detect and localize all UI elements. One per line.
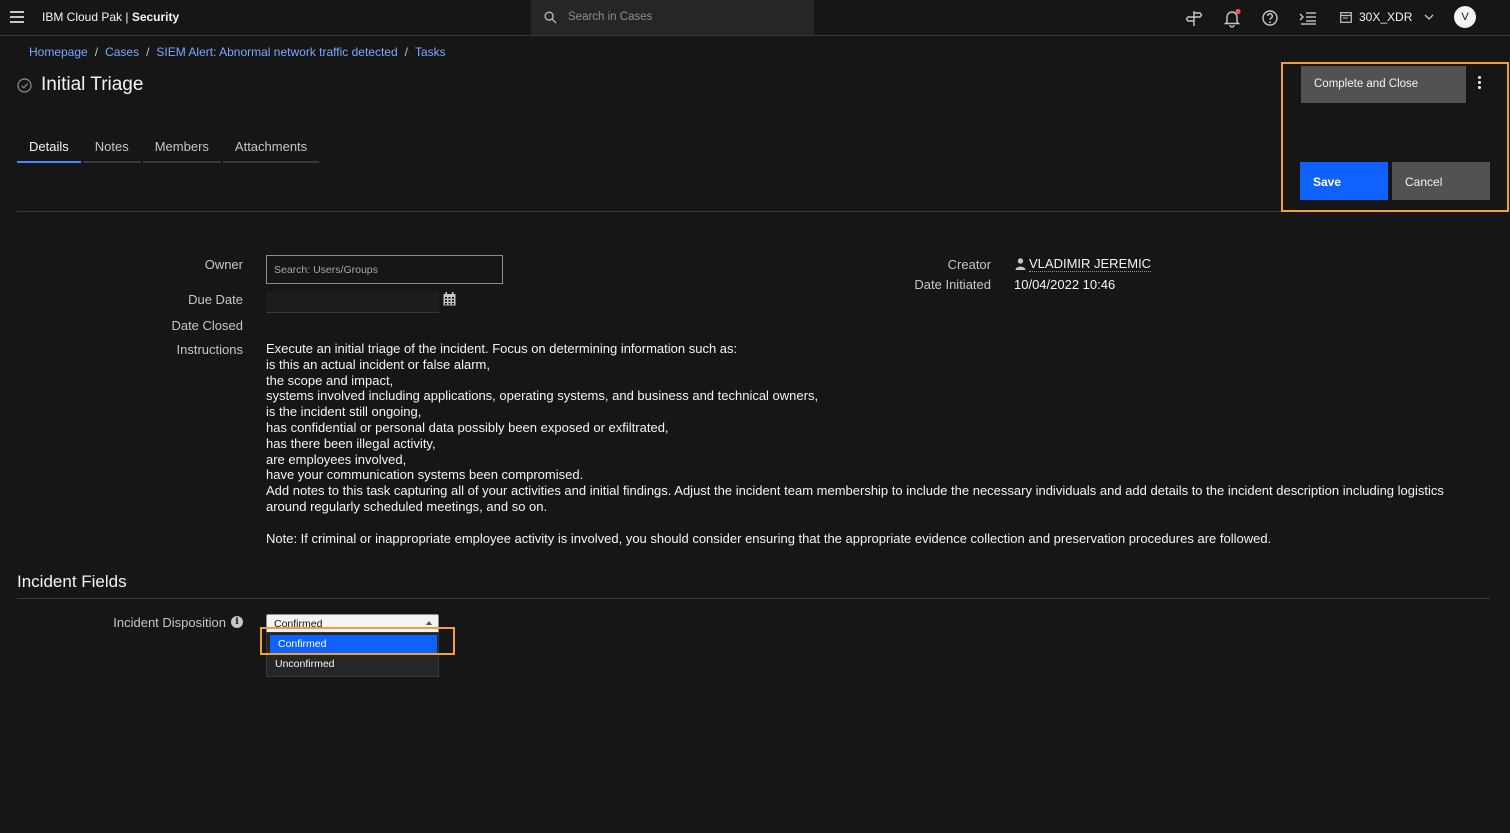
menu-icon[interactable] <box>10 11 24 23</box>
instruction-line: Execute an initial triage of the inciden… <box>266 341 738 356</box>
owner-search-input[interactable] <box>266 255 503 284</box>
instruction-line: is this an actual incident or false alar… <box>266 356 490 372</box>
due-date-label: Due Date <box>188 292 243 307</box>
avatar[interactable]: V <box>1454 6 1476 28</box>
breadcrumb-separator: / <box>404 45 408 59</box>
instruction-line: have your communication systems been com… <box>266 467 584 483</box>
complete-and-close-button[interactable]: Complete and Close <box>1301 66 1466 103</box>
breadcrumb-cases[interactable]: Cases <box>105 45 139 59</box>
user-icon <box>1015 258 1026 270</box>
tenant-switcher[interactable]: 30X_XDR <box>1340 10 1434 24</box>
incident-disposition-label: Incident Disposition <box>113 615 226 630</box>
tab-details[interactable]: Details <box>17 136 81 163</box>
checkmark-outline-icon[interactable] <box>17 78 32 93</box>
info-icon[interactable]: i <box>231 616 243 628</box>
instruction-line: Note: If criminal or inappropriate emplo… <box>266 530 1272 546</box>
search-bar[interactable]: Search in Cases <box>531 0 814 36</box>
date-closed-label: Date Closed <box>171 318 243 333</box>
search-icon <box>544 11 557 24</box>
instruction-gap <box>266 515 1481 531</box>
save-button[interactable]: Save <box>1300 162 1388 200</box>
date-initiated-label: Date Initiated <box>914 277 991 292</box>
instruction-line: systems involved including applications,… <box>266 388 819 404</box>
top-header: IBM Cloud Pak | Security Search in Cases… <box>0 0 1510 36</box>
account-icon <box>1340 11 1352 23</box>
divider <box>17 598 1490 599</box>
tab-notes[interactable]: Notes <box>82 136 141 163</box>
help-icon[interactable] <box>1260 8 1280 28</box>
owner-label: Owner <box>204 257 243 272</box>
option-unconfirmed[interactable]: Unconfirmed <box>267 655 438 673</box>
breadcrumb-separator: / <box>146 45 150 59</box>
tab-attachments[interactable]: Attachments <box>222 136 320 163</box>
creator-label: Creator <box>947 257 991 272</box>
signpost-icon[interactable] <box>1184 8 1204 28</box>
breadcrumb-case[interactable]: SIEM Alert: Abnormal network traffic det… <box>156 45 397 59</box>
app-title: IBM Cloud Pak | Security <box>42 10 180 24</box>
list-collapse-icon[interactable] <box>1298 8 1318 28</box>
incident-fields-heading: Incident Fields <box>17 572 127 591</box>
breadcrumb-tasks[interactable]: Tasks <box>415 45 446 59</box>
cancel-button[interactable]: Cancel <box>1392 162 1490 200</box>
instruction-line: Add notes to this task capturing all of … <box>266 483 1444 514</box>
caret-up-icon <box>426 621 432 625</box>
highlight-frame <box>260 627 455 655</box>
breadcrumb: Homepage / Cases / SIEM Alert: Abnormal … <box>29 45 446 59</box>
instruction-line: is the incident still ongoing, <box>266 404 422 420</box>
overflow-menu-icon[interactable] <box>1473 76 1485 92</box>
date-initiated-value: 10/04/2022 10:46 <box>1014 277 1116 292</box>
notification-bell-icon[interactable] <box>1222 8 1242 28</box>
tab-members[interactable]: Members <box>142 136 221 163</box>
due-date-field[interactable] <box>266 291 439 313</box>
tab-list: Details Notes Members Attachments <box>17 136 321 163</box>
instruction-line: has there been illegal activity, <box>266 435 436 451</box>
breadcrumb-separator: / <box>94 45 99 59</box>
instruction-line: are employees involved, <box>266 451 407 467</box>
breadcrumb-homepage[interactable]: Homepage <box>29 45 88 59</box>
instructions-label: Instructions <box>176 342 243 357</box>
page-title: Initial Triage <box>41 74 144 95</box>
chevron-down-icon <box>1424 14 1434 20</box>
instruction-line: the scope and impact, <box>266 372 394 388</box>
search-input[interactable]: Search in Cases <box>568 11 652 23</box>
creator-link[interactable]: VLADIMIR JEREMIC <box>1029 256 1152 272</box>
divider <box>17 211 1281 212</box>
calendar-icon[interactable] <box>443 292 456 306</box>
tenant-name: 30X_XDR <box>1359 10 1413 24</box>
instruction-line: has confidential or personal data possib… <box>266 419 669 435</box>
instructions-text: Execute an initial triage of the inciden… <box>266 341 1481 546</box>
